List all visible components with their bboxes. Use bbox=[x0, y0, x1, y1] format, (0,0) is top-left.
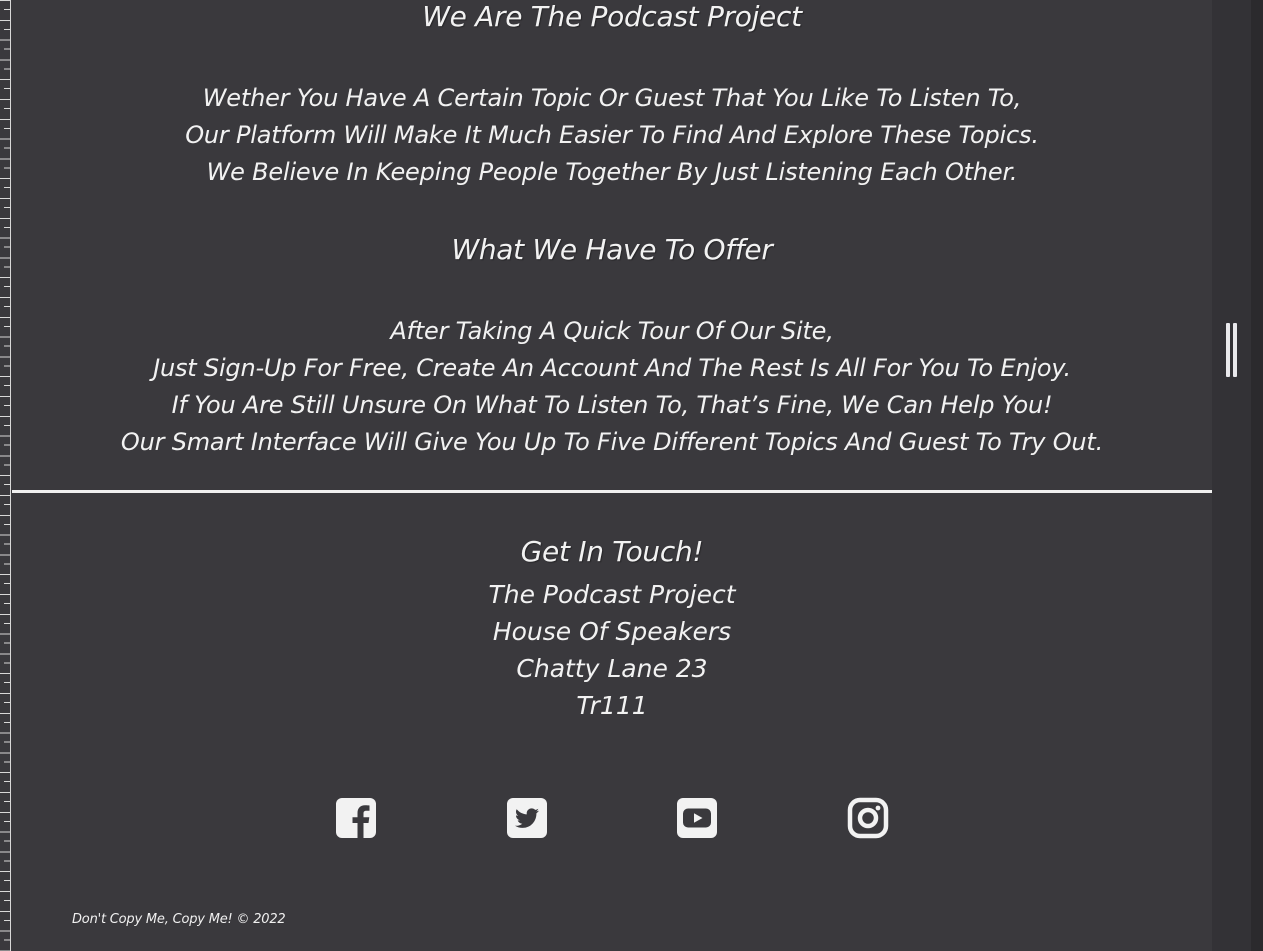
offer-paragraph: After Taking A Quick Tour Of Our Site, J… bbox=[12, 313, 1212, 461]
facebook-icon bbox=[336, 798, 376, 838]
social-links bbox=[12, 797, 1212, 841]
drag-handle-bar bbox=[1233, 323, 1237, 377]
contact-heading: Get In Touch! bbox=[520, 535, 704, 568]
drag-handle[interactable] bbox=[1226, 323, 1238, 377]
twitter-link[interactable] bbox=[506, 797, 548, 839]
contact-line: Tr111 bbox=[576, 691, 648, 720]
youtube-icon bbox=[677, 798, 717, 838]
offer-line: After Taking A Quick Tour Of Our Site, bbox=[390, 317, 834, 345]
about-line: We Believe In Keeping People Together By… bbox=[206, 158, 1018, 186]
scroll-panel bbox=[1212, 0, 1263, 951]
offer-heading: What We Have To Offer bbox=[451, 233, 773, 266]
about-heading: We Are The Podcast Project bbox=[422, 0, 802, 33]
contact-line: Chatty Lane 23 bbox=[516, 654, 708, 683]
about-paragraph: Wether You Have A Certain Topic Or Guest… bbox=[12, 80, 1212, 191]
offer-line: If You Are Still Unsure On What To Liste… bbox=[171, 391, 1053, 419]
section-divider bbox=[12, 490, 1212, 493]
contact-address: The Podcast Project House Of Speakers Ch… bbox=[12, 576, 1212, 724]
youtube-link[interactable] bbox=[676, 797, 718, 839]
offer-line: Our Smart Interface Will Give You Up To … bbox=[120, 428, 1104, 456]
page-content: We Are The Podcast Project Wether You Ha… bbox=[12, 0, 1212, 951]
scrollbar-track[interactable] bbox=[1251, 0, 1263, 951]
instagram-icon bbox=[847, 797, 889, 839]
about-line: Wether You Have A Certain Topic Or Guest… bbox=[202, 84, 1022, 112]
contact-line: House Of Speakers bbox=[492, 617, 732, 646]
copyright-text: Don't Copy Me, Copy Me! © 2022 bbox=[72, 912, 286, 927]
page-ruler bbox=[0, 0, 11, 951]
about-line: Our Platform Will Make It Much Easier To… bbox=[185, 121, 1039, 149]
facebook-link[interactable] bbox=[335, 797, 377, 839]
offer-line: Just Sign-Up For Free, Create An Account… bbox=[153, 354, 1071, 382]
contact-line: The Podcast Project bbox=[488, 580, 736, 609]
instagram-link[interactable] bbox=[847, 797, 889, 839]
drag-handle-bar bbox=[1226, 323, 1230, 377]
twitter-icon bbox=[507, 798, 547, 838]
